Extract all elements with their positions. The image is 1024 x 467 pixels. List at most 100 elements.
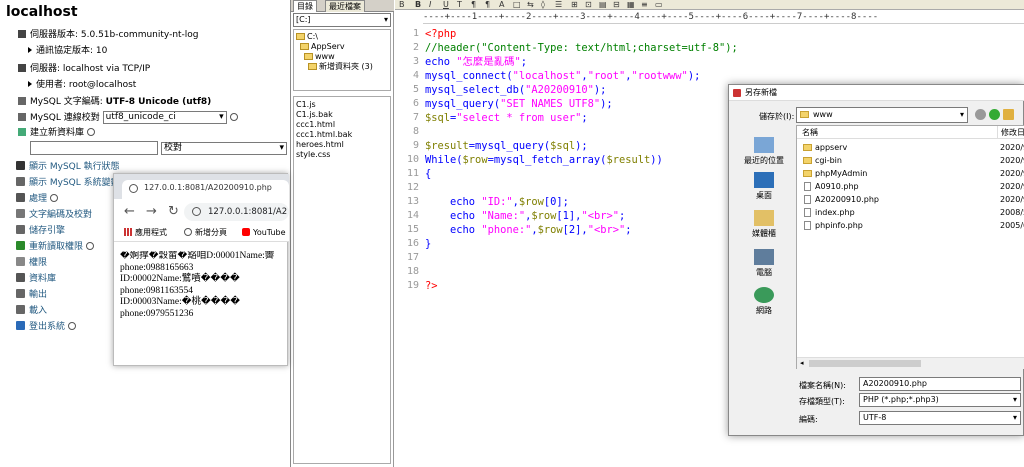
file-row[interactable]: index.php 2008/5 (797, 206, 1024, 219)
file-list[interactable]: C1.js C1.js.bak ccc1.html ccc1.html.bak … (293, 96, 391, 464)
tab-recent-files[interactable]: 最近檔案 (325, 0, 365, 12)
menu-processes[interactable]: 處理 (16, 192, 59, 206)
file-row[interactable]: A20200910.php 2020/9 (797, 193, 1024, 206)
tree-node[interactable]: AppServ (300, 42, 345, 52)
menu-engines[interactable]: 儲存引擎 (16, 224, 65, 238)
italic-button[interactable]: I (429, 1, 431, 9)
grid-button[interactable]: ▤ (599, 1, 607, 9)
bookmark-new-tab[interactable]: 新增分頁 (184, 227, 227, 239)
back-icon[interactable]: ← (124, 204, 135, 219)
help-icon[interactable] (50, 194, 59, 202)
link-button[interactable]: ⇆ (527, 1, 534, 9)
folder-row[interactable]: phpMyAdmin 2020/9 (797, 167, 1024, 180)
help-icon[interactable] (86, 242, 95, 250)
tree-node[interactable]: www (304, 52, 335, 62)
place-computer[interactable]: 電腦 (733, 249, 795, 278)
menu-export[interactable]: 輸出 (16, 288, 47, 302)
code-line[interactable]: echo "ID:",$row[0]; (425, 196, 569, 208)
file-item[interactable]: ccc1.html.bak (296, 130, 352, 140)
reload-icon[interactable]: ↻ (168, 204, 179, 219)
menu-variables[interactable]: 顯示 MySQL 系統變數 (16, 176, 120, 190)
file-item[interactable]: C1.js.bak (296, 110, 333, 120)
menu-privileges[interactable]: 權限 (16, 256, 47, 270)
help-icon[interactable] (229, 113, 238, 121)
code-line[interactable]: mysql_query("SET NAMES UTF8"); (425, 98, 613, 110)
file-row[interactable]: A0910.php 2020/9 (797, 180, 1024, 193)
save-in-select[interactable]: www ▾ (796, 107, 968, 123)
new-db-name-input[interactable] (30, 141, 158, 155)
code-line[interactable]: While($row=mysql_fetch_array($result)) (425, 154, 663, 166)
place-recent[interactable]: 最近的位置 (733, 137, 795, 166)
table-button[interactable]: ⊞ (571, 1, 578, 9)
code-line[interactable]: mysql_connect("localhost","root","rootww… (425, 70, 700, 82)
bold-button[interactable]: B (415, 1, 421, 9)
forward-icon[interactable]: → (146, 204, 157, 219)
bookmark-youtube[interactable]: YouTube (242, 227, 286, 239)
anchor-button[interactable]: A (499, 1, 504, 9)
paragraph-button[interactable]: ¶ (471, 1, 476, 9)
underline-button[interactable]: U (443, 1, 449, 9)
menu-reload-privileges[interactable]: 重新讀取權限 (16, 240, 95, 254)
folder-tree[interactable]: C:\ AppServ www 新增資料夾 (3) (293, 29, 391, 91)
code-line[interactable]: mysql_select_db("A20200910"); (425, 84, 606, 96)
box-button[interactable]: □ (513, 1, 521, 9)
file-item[interactable]: heroes.html (296, 140, 344, 150)
help-icon[interactable] (87, 128, 96, 136)
menu-import[interactable]: 載入 (16, 304, 47, 318)
encoding-select[interactable]: UTF-8 ▾ (859, 411, 1021, 425)
file-item[interactable]: C1.js (296, 100, 316, 110)
minus-button[interactable]: ⊟ (613, 1, 620, 9)
new-db-collation-select[interactable]: 校對 ▾ (161, 142, 287, 155)
code-line[interactable]: } (425, 238, 431, 250)
up-folder-icon[interactable] (989, 109, 1000, 120)
code-line[interactable]: echo "怎麼是亂碼"; (425, 56, 527, 68)
column-date[interactable]: 修改日 (997, 126, 1024, 139)
collation-select[interactable]: utf8_unicode_ci ▾ (102, 111, 227, 124)
menu-logout[interactable]: 登出系統 (16, 320, 77, 334)
text-button[interactable]: T (457, 1, 462, 9)
dialog-file-list[interactable]: 名稱 修改日 appserv2020/9cgi-bin2020/9phpMyAd… (796, 125, 1024, 369)
filetype-select[interactable]: PHP (*.php;*.php3) ▾ (859, 393, 1021, 407)
tree-node[interactable]: 新增資料夾 (3) (308, 62, 373, 72)
folder-row[interactable]: appserv 2020/9 (797, 141, 1024, 154)
horizontal-scrollbar[interactable]: ◂ (797, 357, 1024, 369)
place-network[interactable]: 網路 (733, 287, 795, 316)
code-line[interactable]: { (425, 168, 431, 180)
new-folder-icon[interactable] (1003, 109, 1014, 120)
folder-row[interactable]: cgi-bin 2020/9 (797, 154, 1024, 167)
code-line[interactable]: $result=mysql_query($sql); (425, 140, 588, 152)
back-icon[interactable] (975, 109, 986, 120)
tree-node[interactable]: C:\ (296, 32, 318, 42)
rect-button[interactable]: ▭ (655, 1, 663, 9)
paragraph-button[interactable]: ¶ (485, 1, 490, 9)
menu-charsets[interactable]: 文字編碼及校對 (16, 208, 92, 222)
toolbar-button[interactable]: B (399, 1, 405, 9)
bookmark-apps[interactable]: 應用程式 (124, 227, 167, 239)
menu-status[interactable]: 顯示 MySQL 執行狀態 (16, 160, 120, 174)
column-name[interactable]: 名稱 (802, 126, 818, 139)
list-button[interactable]: ☰ (555, 1, 562, 9)
diamond-button[interactable]: ◊ (541, 1, 545, 9)
cells-button[interactable]: ▦ (627, 1, 635, 9)
code-line[interactable]: ?> (425, 280, 438, 292)
code-line[interactable]: echo "phone:",$row[2],"<br>"; (425, 224, 631, 236)
address-bar[interactable]: 127.0.0.1:8081/A2 (184, 203, 289, 221)
place-libraries[interactable]: 媒體櫃 (733, 210, 795, 239)
frame-button[interactable]: ⊡ (585, 1, 592, 9)
file-item[interactable]: ccc1.html (296, 120, 335, 130)
tab-directory[interactable]: 目錄 (293, 0, 317, 12)
place-desktop[interactable]: 桌面 (733, 172, 795, 201)
code-line[interactable]: <?php (425, 28, 456, 40)
file-item[interactable]: style.css (296, 150, 330, 160)
code-line[interactable]: $sql="select * from user"; (425, 112, 588, 124)
help-icon[interactable] (68, 322, 77, 330)
filename-input[interactable]: A20200910.php (859, 377, 1021, 391)
align-button[interactable]: ≡ (641, 1, 648, 9)
menu-databases[interactable]: 資料庫 (16, 272, 56, 286)
file-row[interactable]: phpinfo.php 2005/6 (797, 219, 1024, 232)
code-line[interactable]: //header("Content-Type: text/html;charse… (425, 42, 738, 54)
drive-select[interactable]: [C:] ▾ (293, 13, 391, 27)
editor-toolbar: B B I U T ¶ ¶ A □ ⇆ ◊ ☰ ⊞ ⊡ ▤ ⊟ ▦ ≡ ▭ (395, 0, 1024, 10)
browser-tab[interactable]: 127.0.0.1:8081/A20200910.php (122, 180, 289, 199)
code-line[interactable]: echo "Name:",$row[1],"<br>"; (425, 210, 625, 222)
